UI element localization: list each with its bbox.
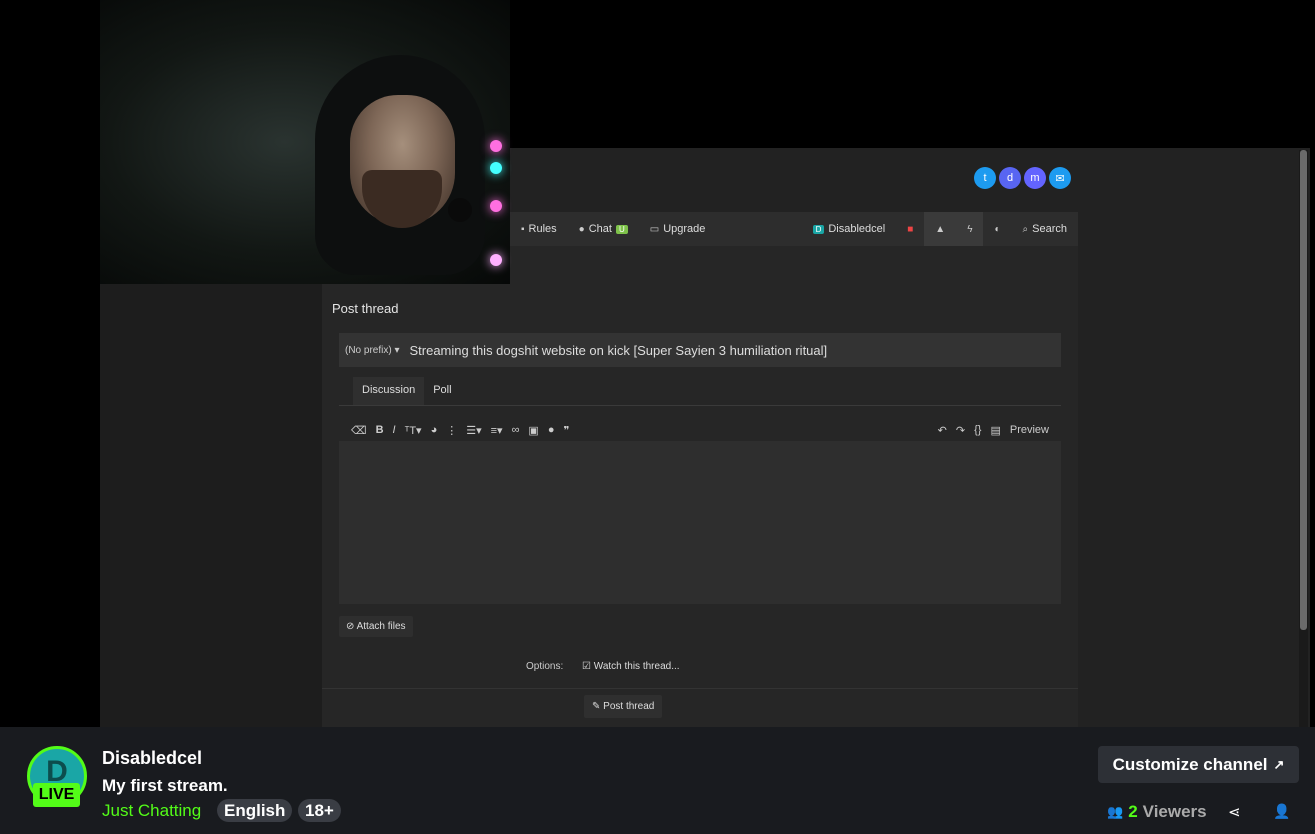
edit-icon: ✎ bbox=[592, 701, 604, 712]
channel-name[interactable]: Disabledcel bbox=[102, 748, 202, 769]
post-thread-heading: Post thread bbox=[332, 301, 399, 316]
checkbox-icon: ☑ bbox=[582, 661, 594, 672]
viewers-icon: 👥 bbox=[1107, 804, 1124, 819]
options-label: Options: bbox=[526, 661, 564, 672]
email-icon: ✉ bbox=[1049, 167, 1071, 189]
redo-icon: ↷ bbox=[955, 424, 966, 437]
follow-icon[interactable]: 👤 bbox=[1273, 803, 1290, 820]
screen-scrollbar bbox=[1299, 150, 1308, 727]
live-badge: LIVE bbox=[33, 783, 80, 807]
image-icon: ▣ bbox=[528, 424, 539, 437]
code-icon: {} bbox=[974, 424, 982, 436]
discord-icon: d bbox=[999, 167, 1021, 189]
editor-area bbox=[339, 441, 1061, 604]
post-tabs: Discussion Poll bbox=[353, 377, 461, 405]
link-icon: ∞ bbox=[511, 424, 520, 436]
forum-nav-chat: ● Chat U bbox=[568, 212, 639, 246]
post-thread-submit: ✎ Post thread bbox=[584, 695, 663, 718]
editor-toolbar: ⌫ B I ᵀT▾ ◕ ⋮ ☰▾ ≡▾ ∞ ▣ ● ❞ ↶ ↷ {} ▤ Pre… bbox=[339, 419, 1061, 441]
color-icon: ◕ bbox=[430, 424, 438, 436]
undo-icon: ↶ bbox=[937, 424, 947, 437]
forum-nav-user: D Disabledcel bbox=[802, 212, 897, 246]
screen-sidebar-area bbox=[100, 284, 322, 727]
italic-icon: I bbox=[392, 424, 396, 436]
prefix-select: (No prefix) ▾ bbox=[345, 344, 400, 356]
forum-nav-alerts: ▲ bbox=[924, 212, 957, 246]
forum-nav-search: ⌕ Search bbox=[1022, 223, 1067, 235]
twitter-icon: t bbox=[974, 167, 996, 189]
customize-channel-button[interactable]: Customize channel ↗ bbox=[1098, 746, 1299, 783]
list-icon: ☰▾ bbox=[466, 424, 482, 437]
eraser-icon: ⌫ bbox=[351, 424, 367, 437]
age-tag[interactable]: 18+ bbox=[298, 799, 341, 822]
watch-thread-option: ☑ Watch this thread... bbox=[582, 661, 680, 672]
attach-files: ⊘ Attach files bbox=[339, 616, 413, 637]
channel-info-bar: D LIVE Disabledcel My first stream. Just… bbox=[0, 727, 1315, 834]
forum-nav-theme: ◐ bbox=[994, 223, 1001, 235]
video-player[interactable]: t d m ✉ ▪ Rules ● Chat U ▭ Upgrade D Disabled… bbox=[0, 0, 1315, 727]
forum-nav-inbox: ■ bbox=[907, 223, 914, 235]
viewer-count: 👥 2 Viewers bbox=[1107, 802, 1207, 821]
webcam-overlay bbox=[100, 0, 510, 284]
tab-poll: Poll bbox=[433, 384, 452, 396]
language-tag[interactable]: English bbox=[217, 799, 293, 822]
category-link[interactable]: Just Chatting bbox=[102, 801, 201, 821]
thread-title-input: Streaming this dogshit website on kick [… bbox=[409, 342, 828, 358]
share-icon[interactable]: ⋖ bbox=[1228, 803, 1241, 821]
preview-label: Preview bbox=[1009, 424, 1049, 436]
bold-icon: B bbox=[375, 424, 384, 436]
align-icon: ≡▾ bbox=[490, 424, 503, 437]
forum-nav: ▪ Rules ● Chat U ▭ Upgrade D Disabledcel ■ ▲ … bbox=[510, 212, 1078, 246]
paperclip-icon: ⊘ bbox=[346, 621, 357, 632]
thread-title-row: (No prefix) ▾ Streaming this dogshit web… bbox=[339, 333, 1061, 367]
font-size-icon: ᵀT▾ bbox=[404, 424, 422, 437]
forum-nav-upgrade: ▭ Upgrade bbox=[649, 223, 706, 235]
tab-discussion: Discussion bbox=[353, 377, 425, 405]
stream-title: My first stream. bbox=[102, 776, 228, 795]
forum-nav-activity: ϟ bbox=[956, 212, 984, 246]
preview-icon: ▤ bbox=[990, 424, 1001, 437]
social-links: t d m ✉ bbox=[974, 167, 1071, 189]
mastodon-icon: m bbox=[1024, 167, 1046, 189]
media-icon: ● bbox=[547, 424, 555, 436]
external-link-icon: ↗ bbox=[1273, 756, 1285, 772]
forum-nav-rules: ▪ Rules bbox=[521, 223, 557, 235]
quote-icon: ❞ bbox=[563, 424, 570, 437]
